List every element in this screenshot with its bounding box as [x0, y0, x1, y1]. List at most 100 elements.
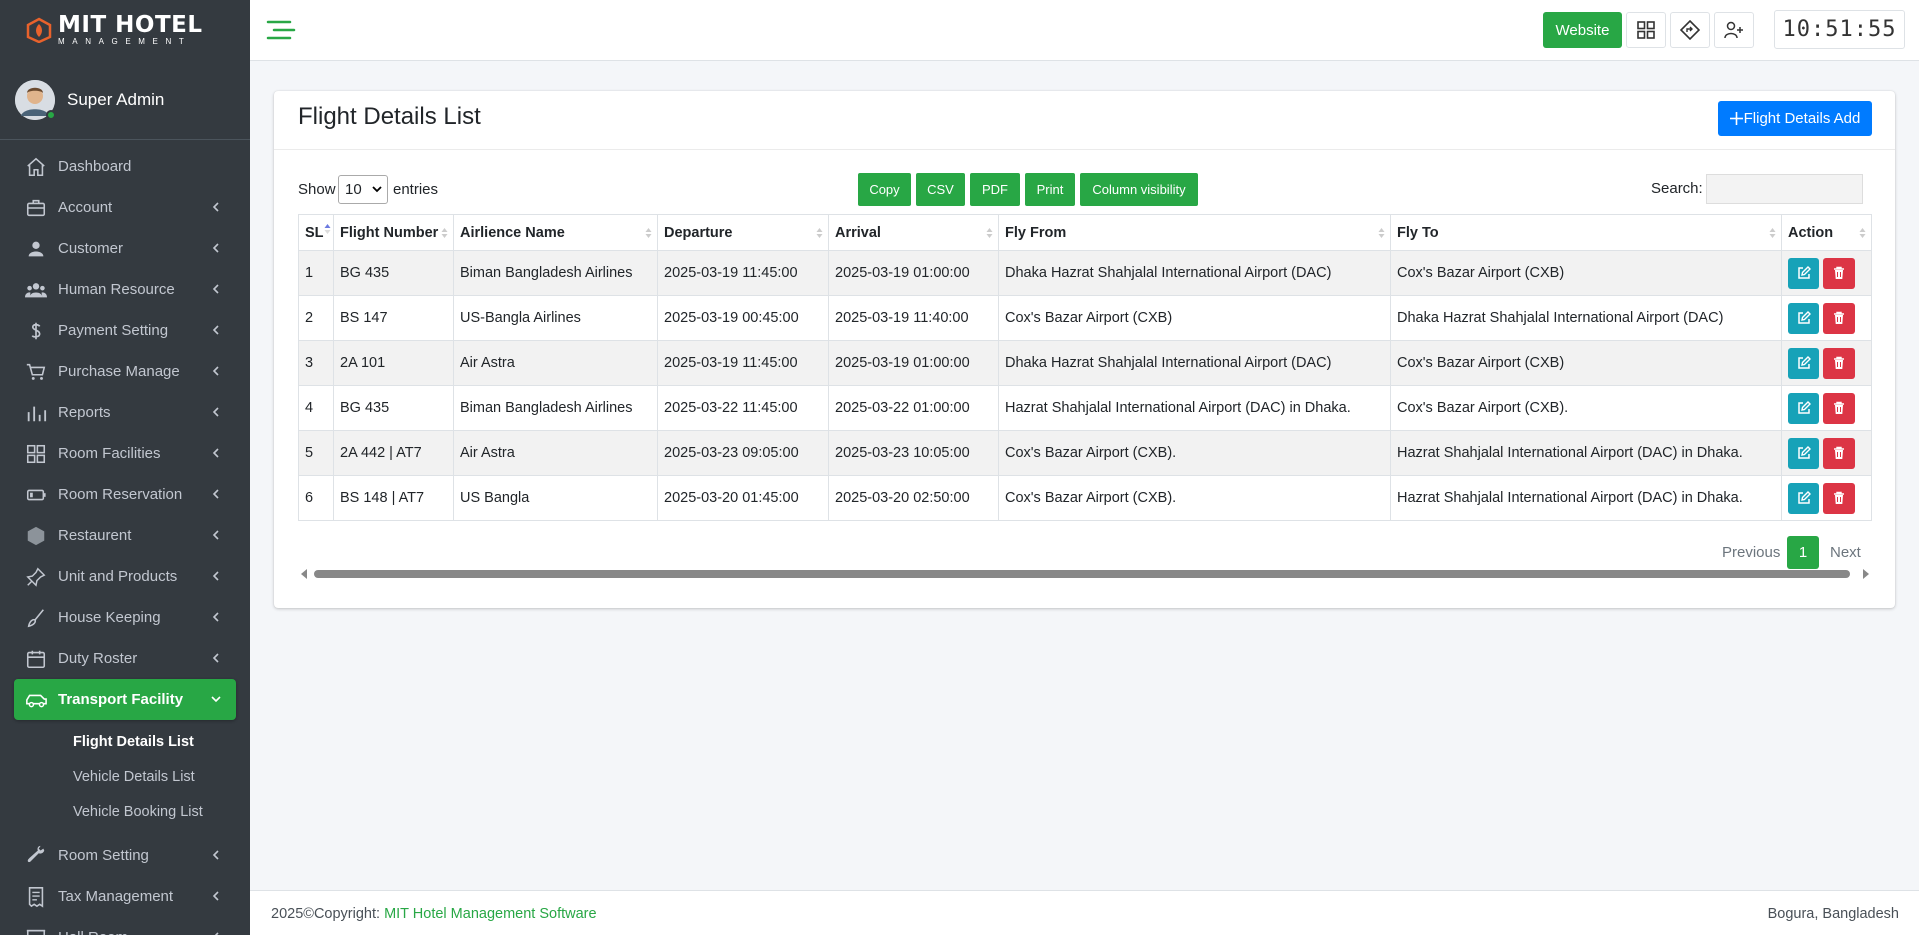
column-header-fly-from[interactable]: Fly From — [998, 214, 1391, 251]
footer-software-link[interactable]: MIT Hotel Management Software — [384, 906, 597, 922]
add-user-button[interactable] — [1714, 12, 1754, 48]
apps-grid-button[interactable] — [1626, 12, 1666, 48]
pagination-page-1[interactable]: 1 — [1787, 536, 1819, 569]
sidebar-item-payment-setting[interactable]: Payment Setting — [14, 310, 236, 351]
sidebar-item-label: Room Setting — [58, 847, 149, 864]
column-header-label: SL — [305, 224, 324, 241]
sidebar-item-room-facilities[interactable]: Room Facilities — [14, 433, 236, 474]
sidebar-item-label: Hall Room — [58, 929, 128, 935]
column-header-departure[interactable]: Departure — [657, 214, 829, 251]
edit-button[interactable] — [1788, 392, 1819, 424]
delete-button[interactable] — [1823, 392, 1855, 424]
delete-button[interactable] — [1823, 302, 1855, 334]
table-cell: Hazrat Shahjalal International Airport (… — [1390, 430, 1782, 476]
horizontal-scrollbar[interactable] — [300, 568, 1870, 580]
sidebar-item-house-keeping[interactable]: House Keeping — [14, 597, 236, 638]
hexagon-icon — [24, 524, 48, 548]
table-cell: 2025-03-19 11:45:00 — [657, 250, 829, 296]
chevron-left-icon — [212, 407, 219, 417]
delete-button[interactable] — [1823, 347, 1855, 379]
sidebar-item-room-reservation[interactable]: Room Reservation — [14, 474, 236, 515]
sidebar-item-hall-room[interactable]: Hall Room — [14, 917, 236, 935]
bar-chart-icon — [24, 401, 48, 425]
car-icon — [24, 688, 48, 712]
sidebar-item-restaurent[interactable]: Restaurent — [14, 515, 236, 556]
digital-clock: 10:51:55 — [1774, 10, 1905, 49]
copy-button[interactable]: Copy — [858, 173, 911, 206]
sidebar-item-duty-roster[interactable]: Duty Roster — [14, 638, 236, 679]
flight-details-add-button[interactable]: Flight Details Add — [1718, 101, 1872, 136]
sidebar-item-unit-and-products[interactable]: Unit and Products — [14, 556, 236, 597]
top-header: Website 10:51:55 — [250, 0, 1919, 61]
pagination-next[interactable]: Next — [1830, 544, 1861, 561]
table-cell: BS 148 | AT7 — [333, 475, 454, 521]
menu-toggle-icon[interactable] — [266, 18, 296, 42]
website-button[interactable]: Website — [1543, 12, 1622, 48]
sidebar-item-label: Restaurent — [58, 527, 132, 544]
sort-icon — [1769, 228, 1776, 238]
flight-details-table: SL Flight Number Airlience Name Departure Ar… — [298, 214, 1872, 521]
grid-icon — [24, 442, 48, 466]
chevron-left-icon — [212, 284, 219, 294]
pdf-button[interactable]: PDF — [970, 173, 1020, 206]
chevron-left-icon — [212, 653, 219, 663]
table-cell: Cox's Bazar Airport (CXB) — [1390, 340, 1782, 386]
plus-icon — [1729, 112, 1743, 125]
chevron-left-icon — [212, 366, 219, 376]
column-header-label: Action — [1788, 224, 1834, 241]
scroll-left-arrow-icon[interactable] — [300, 568, 308, 580]
csv-button[interactable]: CSV — [916, 173, 965, 206]
sort-icon — [441, 228, 448, 238]
user-panel[interactable]: Super Admin — [0, 60, 250, 140]
delete-button[interactable] — [1823, 257, 1855, 289]
column-header-action[interactable]: Action — [1781, 214, 1872, 251]
table-cell: 2025-03-19 11:45:00 — [657, 340, 829, 386]
search-input[interactable] — [1706, 174, 1863, 204]
presentation-icon — [24, 926, 48, 935]
search-label: Search: — [1651, 180, 1703, 197]
table-header-row: SL Flight Number Airlience Name Departure Ar… — [298, 214, 1872, 251]
sidebar-item-human-resource[interactable]: Human Resource — [14, 269, 236, 310]
table-cell: 2A 101 — [333, 340, 454, 386]
delete-button[interactable] — [1823, 437, 1855, 469]
show-label: Show — [298, 181, 336, 198]
sidebar-item-tax-management[interactable]: Tax Management — [14, 876, 236, 917]
brand[interactable]: MIT HOTEL MANAGEMENT — [0, 0, 250, 60]
entries-select[interactable]: 10 — [338, 175, 388, 204]
scroll-right-arrow-icon[interactable] — [1862, 568, 1870, 580]
column-visibility-button[interactable]: Column visibility — [1080, 173, 1198, 206]
column-header-sl[interactable]: SL — [298, 214, 334, 251]
directions-button[interactable] — [1670, 12, 1710, 48]
edit-button[interactable] — [1788, 302, 1819, 334]
sidebar-item-reports[interactable]: Reports — [14, 392, 236, 433]
column-header-flight-number[interactable]: Flight Number — [333, 214, 454, 251]
scrollbar-thumb[interactable] — [314, 570, 1850, 578]
sidebar-item-dashboard[interactable]: Dashboard — [14, 146, 236, 187]
sidebar-item-label: Customer — [58, 240, 124, 257]
edit-button[interactable] — [1788, 347, 1819, 379]
copyright-text: 2025©Copyright: — [271, 906, 385, 922]
submenu-item-flight-details-list[interactable]: Flight Details List — [14, 724, 236, 759]
edit-icon — [1797, 311, 1811, 324]
print-button[interactable]: Print — [1025, 173, 1075, 206]
table-row: 2 BS 147 US-Bangla Airlines 2025-03-19 00:4… — [298, 295, 1872, 341]
table-cell: Air Astra — [453, 430, 658, 476]
delete-button[interactable] — [1823, 482, 1855, 514]
receipt-icon — [24, 885, 48, 909]
column-header-fly-to[interactable]: Fly To — [1390, 214, 1782, 251]
column-header-airlience-name[interactable]: Airlience Name — [453, 214, 658, 251]
sidebar-item-transport-facility[interactable]: Transport Facility — [14, 679, 236, 720]
table-cell: Air Astra — [453, 340, 658, 386]
submenu-item-vehicle-booking-list[interactable]: Vehicle Booking List — [14, 794, 236, 829]
sidebar-item-customer[interactable]: Customer — [14, 228, 236, 269]
submenu-item-vehicle-details-list[interactable]: Vehicle Details List — [14, 759, 236, 794]
table-cell: 2025-03-19 01:00:00 — [828, 340, 999, 386]
edit-button[interactable] — [1788, 437, 1819, 469]
pagination-previous[interactable]: Previous — [1722, 544, 1780, 561]
edit-button[interactable] — [1788, 257, 1819, 289]
edit-button[interactable] — [1788, 482, 1819, 514]
sidebar-item-room-setting[interactable]: Room Setting — [14, 835, 236, 876]
sidebar-item-purchase-manage[interactable]: Purchase Manage — [14, 351, 236, 392]
column-header-arrival[interactable]: Arrival — [828, 214, 999, 251]
sidebar-item-account[interactable]: Account — [14, 187, 236, 228]
